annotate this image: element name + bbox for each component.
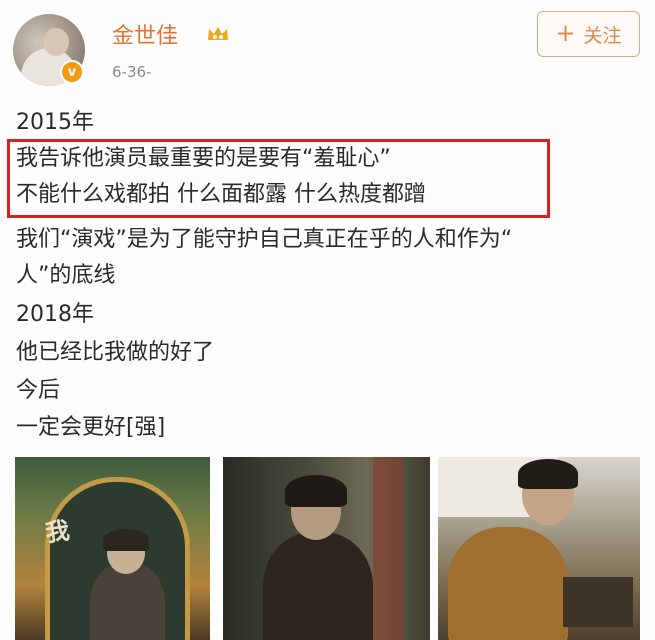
post-photo-1[interactable]: 我 bbox=[15, 457, 210, 640]
post-line: 今后 bbox=[16, 378, 61, 403]
post-line: 2015年 bbox=[16, 110, 94, 135]
photo-hair-shape bbox=[285, 475, 347, 507]
username[interactable]: 金世佳 bbox=[112, 18, 178, 50]
follow-button[interactable]: + 关注 bbox=[537, 11, 640, 57]
plus-icon: + bbox=[555, 19, 576, 47]
follow-button-label: 关注 bbox=[583, 24, 622, 47]
post-timestamp: 6-36- bbox=[112, 63, 152, 81]
post-line: 人”的底线 bbox=[16, 263, 116, 288]
highlight-box bbox=[7, 139, 550, 218]
post-line: 他已经比我做的好了 bbox=[16, 340, 215, 365]
post-line: 我们“演戏”是为了能守护自己真正在乎的人和作为“ bbox=[16, 227, 513, 252]
photo-pole-shape bbox=[373, 457, 403, 640]
photo-figure-shape bbox=[263, 532, 373, 640]
post-line: 一定会更好[强] bbox=[16, 415, 166, 440]
photo-object-shape bbox=[563, 577, 633, 627]
crown-badge-icon bbox=[208, 27, 228, 40]
photo-title-text: 我 bbox=[43, 516, 70, 548]
photo-hair-shape bbox=[518, 459, 578, 489]
post-line: 2018年 bbox=[16, 302, 94, 327]
post-photo-3[interactable] bbox=[438, 457, 640, 640]
post-photo-2[interactable] bbox=[223, 457, 430, 640]
verified-badge-icon: v bbox=[60, 60, 84, 84]
avatar-face-shape bbox=[43, 28, 69, 56]
photo-hair-shape bbox=[103, 529, 149, 551]
photo-figure-shape bbox=[448, 527, 568, 640]
